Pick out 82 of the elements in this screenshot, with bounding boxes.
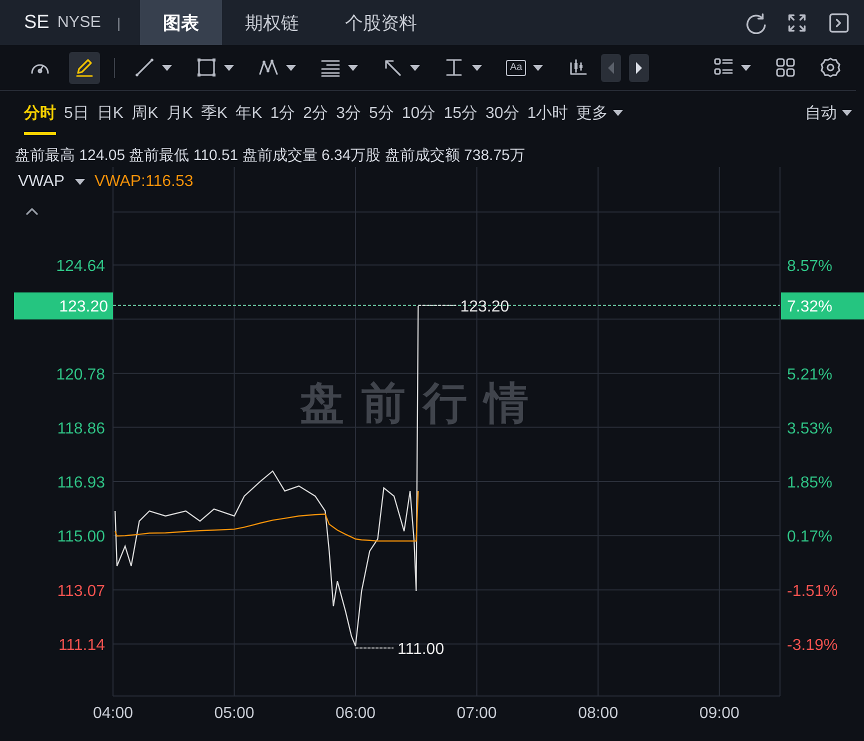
percent-axis-label: -1.51% bbox=[787, 582, 838, 600]
time-axis-label: 08:00 bbox=[578, 705, 618, 722]
collapse-chevron-icon[interactable] bbox=[26, 207, 38, 215]
next-button[interactable] bbox=[629, 54, 650, 82]
interval-tab[interactable]: 更多 bbox=[576, 91, 624, 135]
horizontal-lines-icon[interactable] bbox=[320, 57, 341, 78]
time-axis-label: 06:00 bbox=[336, 705, 376, 722]
leader-line bbox=[418, 304, 457, 306]
last-change-tag: 7.32% bbox=[781, 292, 864, 320]
interval-tab[interactable]: 30分 bbox=[485, 91, 520, 135]
interval-tab[interactable]: 2分 bbox=[303, 91, 328, 135]
percent-axis-label: 3.53% bbox=[787, 420, 832, 438]
settings-icon[interactable] bbox=[820, 57, 841, 78]
text-tool-icon[interactable]: Aa bbox=[506, 60, 526, 76]
tab[interactable]: 期权链 bbox=[222, 0, 322, 45]
caret-icon[interactable] bbox=[162, 64, 172, 70]
grid-layout-icon[interactable] bbox=[775, 57, 796, 78]
last-price-tag: 123.20 bbox=[14, 292, 113, 320]
interval-tab[interactable]: 5日 bbox=[64, 91, 89, 135]
percent-axis-label: 1.85% bbox=[787, 474, 832, 492]
percent-axis-label: 8.57% bbox=[787, 258, 832, 275]
time-axis-label: 05:00 bbox=[214, 705, 254, 722]
caret-icon[interactable] bbox=[842, 110, 852, 116]
interval-tab[interactable]: 月K bbox=[166, 91, 193, 135]
percent-axis-label: -3.19% bbox=[787, 637, 838, 654]
caret-icon[interactable] bbox=[348, 64, 358, 70]
interval-tab[interactable]: 15分 bbox=[444, 91, 478, 135]
interval-tab[interactable]: 1小时 bbox=[527, 91, 568, 135]
caret-icon[interactable] bbox=[74, 179, 85, 185]
percent-axis-label: 5.21% bbox=[787, 366, 832, 384]
caret-icon[interactable] bbox=[613, 110, 624, 116]
vwap-value: VWAP:116.53 bbox=[94, 173, 194, 191]
price-axis-label: 120.78 bbox=[56, 366, 105, 384]
caret-icon[interactable] bbox=[533, 64, 544, 70]
price-extreme-label: 123.20 bbox=[460, 298, 510, 316]
arrow-tool-icon[interactable] bbox=[382, 57, 403, 78]
caret-icon[interactable] bbox=[286, 64, 296, 70]
time-axis-label: 09:00 bbox=[699, 705, 740, 722]
text-tool-button[interactable]: Aa bbox=[501, 52, 548, 84]
caret-icon[interactable] bbox=[472, 64, 482, 70]
line-tool-icon[interactable] bbox=[134, 57, 155, 78]
interval-tab[interactable]: 季K bbox=[200, 91, 228, 135]
list-layout-icon[interactable] bbox=[713, 57, 734, 78]
interval-tab[interactable]: 分时 bbox=[24, 91, 56, 135]
stock-symbol: SE bbox=[24, 12, 50, 34]
panel-toggle-icon[interactable] bbox=[828, 12, 850, 34]
pencil-tool-button[interactable] bbox=[69, 52, 100, 84]
interval-tab[interactable]: 1分 bbox=[270, 91, 296, 135]
percent-axis-label: 0.17% bbox=[787, 528, 832, 546]
caret-icon[interactable] bbox=[410, 64, 420, 70]
price-axis-label: 118.86 bbox=[57, 420, 105, 438]
price-axis-label: 116.93 bbox=[57, 474, 105, 492]
fullscreen-icon[interactable] bbox=[786, 12, 808, 34]
divider-mark: | bbox=[116, 14, 121, 30]
zigzag-tool-icon[interactable] bbox=[258, 57, 279, 78]
exchange-name: NYSE bbox=[57, 14, 101, 32]
premarket-stats: 盘前最高 124.05 盘前最低 110.51 盘前成交量 6.34万股 盘前成交额 738.75万 bbox=[14, 146, 526, 166]
right-triangle-icon[interactable] bbox=[634, 62, 644, 74]
tab[interactable]: 图表 bbox=[140, 0, 222, 45]
price-extreme-label: 111.00 bbox=[398, 640, 444, 658]
caret-icon[interactable] bbox=[224, 64, 234, 70]
interval-tab[interactable]: 周K bbox=[132, 91, 158, 135]
price-axis-label: 113.07 bbox=[57, 582, 105, 600]
time-axis-label: 07:00 bbox=[456, 705, 497, 722]
rectangle-tool-icon[interactable] bbox=[196, 57, 217, 78]
pencil-icon[interactable] bbox=[74, 57, 95, 78]
interval-tab[interactable]: 10分 bbox=[402, 91, 436, 135]
tab[interactable]: 个股资料 bbox=[322, 0, 440, 45]
scale-mode-dropdown[interactable]: 自动 bbox=[805, 91, 852, 135]
refresh-icon[interactable] bbox=[744, 12, 766, 34]
caret-icon[interactable] bbox=[741, 64, 751, 70]
interval-tab[interactable]: 5分 bbox=[368, 91, 394, 135]
leader-line bbox=[355, 647, 394, 648]
candlestick-icon[interactable] bbox=[567, 57, 588, 78]
interval-tab[interactable]: 3分 bbox=[336, 91, 361, 135]
interval-tab[interactable]: 年K bbox=[236, 91, 262, 135]
interval-tab[interactable]: 日K bbox=[96, 91, 124, 135]
price-axis-label: 111.14 bbox=[58, 637, 105, 654]
time-axis-label: 04:00 bbox=[92, 705, 134, 722]
price-axis-label: 115.00 bbox=[57, 528, 105, 546]
price-axis-label: 124.64 bbox=[56, 258, 105, 275]
indicator-dropdown[interactable]: VWAP bbox=[18, 173, 85, 191]
